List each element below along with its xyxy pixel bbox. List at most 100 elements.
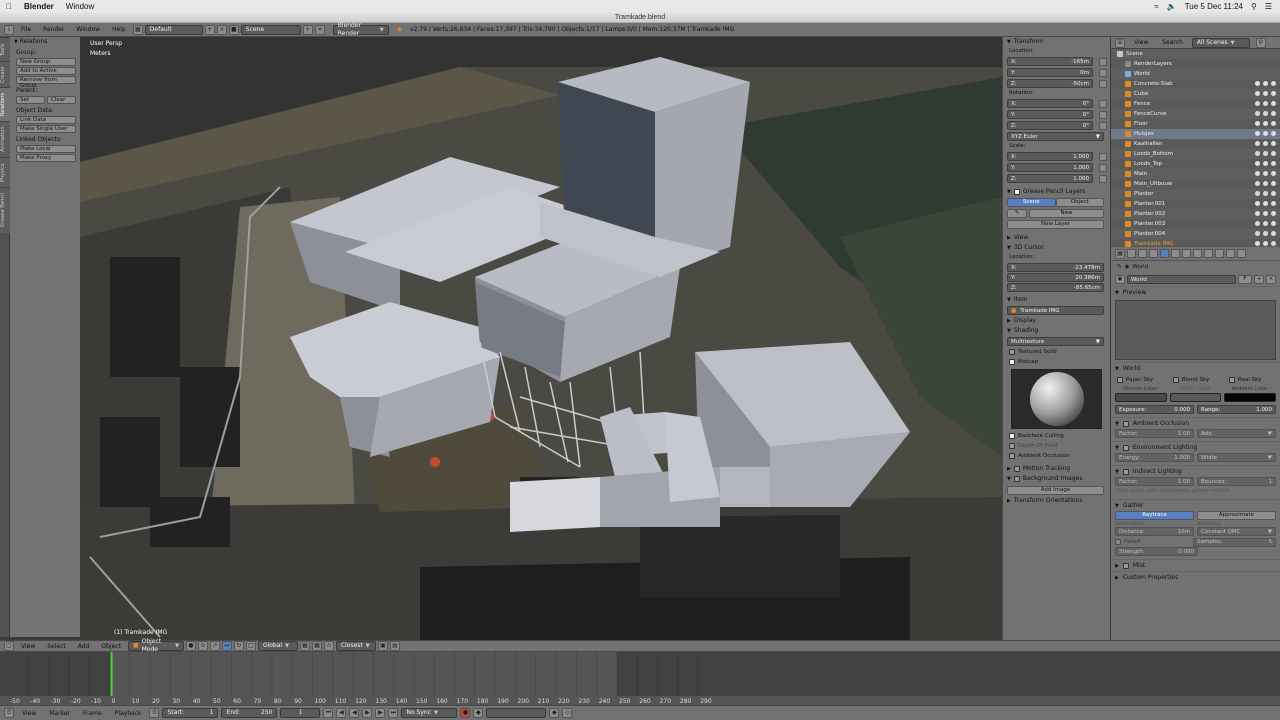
scene-tab-icon[interactable] [1149, 249, 1158, 258]
remove-from-group-button[interactable]: Remove from Group [16, 76, 76, 89]
camera-icon[interactable] [1271, 231, 1276, 236]
rotation-mode-select[interactable]: XYZ Euler ▼ [1007, 132, 1104, 141]
mac-app-menu[interactable]: Blender [18, 2, 60, 11]
rotation-x-field[interactable]: X: 0° [1007, 99, 1093, 108]
lock-icon[interactable] [1099, 57, 1107, 66]
horizon-color-swatch[interactable] [1115, 393, 1167, 402]
layout-close-icon[interactable]: × [216, 24, 227, 35]
scale-y-field[interactable]: Y: 1.000 [1007, 163, 1093, 172]
camera-icon[interactable] [1271, 161, 1276, 166]
eye-icon[interactable] [1255, 91, 1260, 96]
insert-keyframe-icon[interactable]: ◆ [549, 708, 560, 718]
cursor-z-field[interactable]: Z: -85.65cm [1007, 283, 1104, 292]
render-preview-icon[interactable]: ▣ [377, 641, 388, 651]
add-image-button[interactable]: Add Image [1007, 486, 1104, 495]
sync-mode-select[interactable]: No Sync ▼ [401, 708, 458, 718]
ambient-color-swatch[interactable] [1224, 393, 1277, 402]
eye-icon[interactable] [1255, 81, 1260, 86]
outliner-row[interactable]: Planter.001 [1111, 199, 1280, 209]
location-y-field[interactable]: Y: 0m [1007, 68, 1093, 77]
ambient-occlusion-row[interactable]: Ambient Occlusion [1003, 451, 1110, 461]
parent-set-button[interactable]: Set [16, 96, 45, 104]
select-arrow-icon[interactable] [1263, 101, 1268, 106]
motion-tracking-checkbox[interactable] [1013, 466, 1020, 472]
timeline-view-menu[interactable]: View [17, 710, 41, 717]
outliner-search-icon[interactable]: ⚲ [1255, 37, 1266, 48]
eye-icon[interactable] [1255, 151, 1260, 156]
timeline-marker-menu[interactable]: Marker [44, 710, 75, 717]
strength-field[interactable]: Strength: 0.000 [1115, 547, 1198, 556]
layout-icon[interactable]: ▦ [132, 24, 143, 35]
object-tab-icon[interactable] [1171, 249, 1180, 258]
timeline-ruler[interactable]: -50 -40 -30 -20 -10 0 10 20 30 40 50 60 70 80 90 100 110… [0, 652, 1280, 705]
ambient-occlusion-section[interactable]: ▼ Ambient Occlusion [1111, 417, 1280, 429]
menu-file[interactable]: File [16, 26, 36, 33]
backface-culling-checkbox[interactable] [1009, 433, 1015, 439]
view-section[interactable]: ▶ View [1003, 233, 1110, 243]
keying-set-field[interactable] [486, 708, 547, 718]
matcap-checkbox[interactable] [1009, 359, 1015, 365]
select-arrow-icon[interactable] [1263, 211, 1268, 216]
item-name-field[interactable]: ■ Tramkade IMG [1007, 306, 1104, 315]
backface-culling-row[interactable]: Backface Culling [1003, 431, 1110, 441]
select-arrow-icon[interactable] [1263, 221, 1268, 226]
outliner-search-menu[interactable]: Search [1157, 39, 1188, 46]
timeline-frame-menu[interactable]: Frame [78, 710, 107, 717]
camera-icon[interactable] [1271, 121, 1276, 126]
scale-icon[interactable]: □ [245, 641, 256, 651]
wifi-icon[interactable]: ≈ [1154, 2, 1158, 11]
outliner-row[interactable]: Cube [1111, 89, 1280, 99]
eye-icon[interactable] [1255, 121, 1260, 126]
material-tab-icon[interactable] [1215, 249, 1224, 258]
select-arrow-icon[interactable] [1263, 241, 1268, 246]
world-section[interactable]: ▼ World [1111, 362, 1280, 374]
jump-start-icon[interactable]: ⏮ [323, 708, 334, 718]
cursor-y-field[interactable]: Y: 20.386m [1007, 273, 1104, 282]
paper-sky-row[interactable]: Paper Sky [1115, 375, 1164, 385]
apple-icon[interactable]:  [0, 2, 18, 11]
menu-window[interactable]: Window [71, 26, 105, 33]
volume-icon[interactable]: 🔈 [1167, 2, 1177, 11]
indirect-lighting-section[interactable]: ▼ Indirect Lighting [1111, 465, 1280, 477]
outliner-row[interactable]: Concrete-Slab [1111, 79, 1280, 89]
render-engine-select[interactable]: Blender Render ▼ [332, 22, 389, 37]
timeline[interactable]: -50 -40 -30 -20 -10 0 10 20 30 40 50 60 70 80 90 100 110… [0, 652, 1280, 705]
translate-icon[interactable]: ↔ [221, 641, 232, 651]
eye-icon[interactable] [1255, 111, 1260, 116]
make-proxy-button[interactable]: Make Proxy [16, 154, 76, 162]
lock-icon[interactable] [1099, 79, 1107, 88]
cursor-x-field[interactable]: X: -23.478m [1007, 263, 1104, 272]
spotlight-icon[interactable]: ⚲ [1251, 2, 1257, 11]
gather-section[interactable]: ▼ Gather [1111, 499, 1280, 511]
next-keyframe-icon[interactable]: ▶ [375, 708, 386, 718]
lock-icon[interactable] [1099, 174, 1107, 183]
transform-section[interactable]: ▼ Transform [1003, 37, 1110, 47]
real-sky-row[interactable]: Real Sky [1223, 375, 1276, 385]
modifiers-tab-icon[interactable] [1193, 249, 1202, 258]
lock-icon[interactable] [1099, 68, 1107, 77]
eye-icon[interactable] [1255, 211, 1260, 216]
lock-icon[interactable] [1099, 110, 1107, 119]
editor-type-icon[interactable]: i [4, 24, 14, 35]
render-animation-icon[interactable]: ▤ [389, 641, 400, 651]
eye-icon[interactable] [1255, 141, 1260, 146]
world-browse-icon[interactable]: ◉ [1115, 275, 1125, 284]
lock-icon[interactable] [1099, 99, 1107, 108]
select-arrow-icon[interactable] [1263, 151, 1268, 156]
real-sky-checkbox[interactable] [1229, 377, 1235, 383]
play-reverse-icon[interactable]: ◀ [349, 708, 360, 718]
eye-icon[interactable] [1255, 131, 1260, 136]
outliner-row[interactable]: RenderLayers [1111, 59, 1280, 69]
camera-icon[interactable] [1271, 81, 1276, 86]
pin-icon[interactable]: ✎ [1117, 264, 1122, 270]
render-tab-icon[interactable] [1127, 249, 1136, 258]
camera-icon[interactable] [1271, 241, 1276, 246]
outliner-row[interactable]: Kaaihallen [1111, 139, 1280, 149]
transform-orientation-select[interactable]: Global ▼ [257, 641, 298, 651]
camera-icon[interactable] [1271, 211, 1276, 216]
select-arrow-icon[interactable] [1263, 141, 1268, 146]
outliner-row[interactable]: Main [1111, 169, 1280, 179]
outliner-row[interactable]: Loods_Top [1111, 159, 1280, 169]
parent-clear-button[interactable]: Clear [47, 96, 76, 104]
textured-solid-row[interactable]: Textured Solid [1003, 347, 1110, 357]
